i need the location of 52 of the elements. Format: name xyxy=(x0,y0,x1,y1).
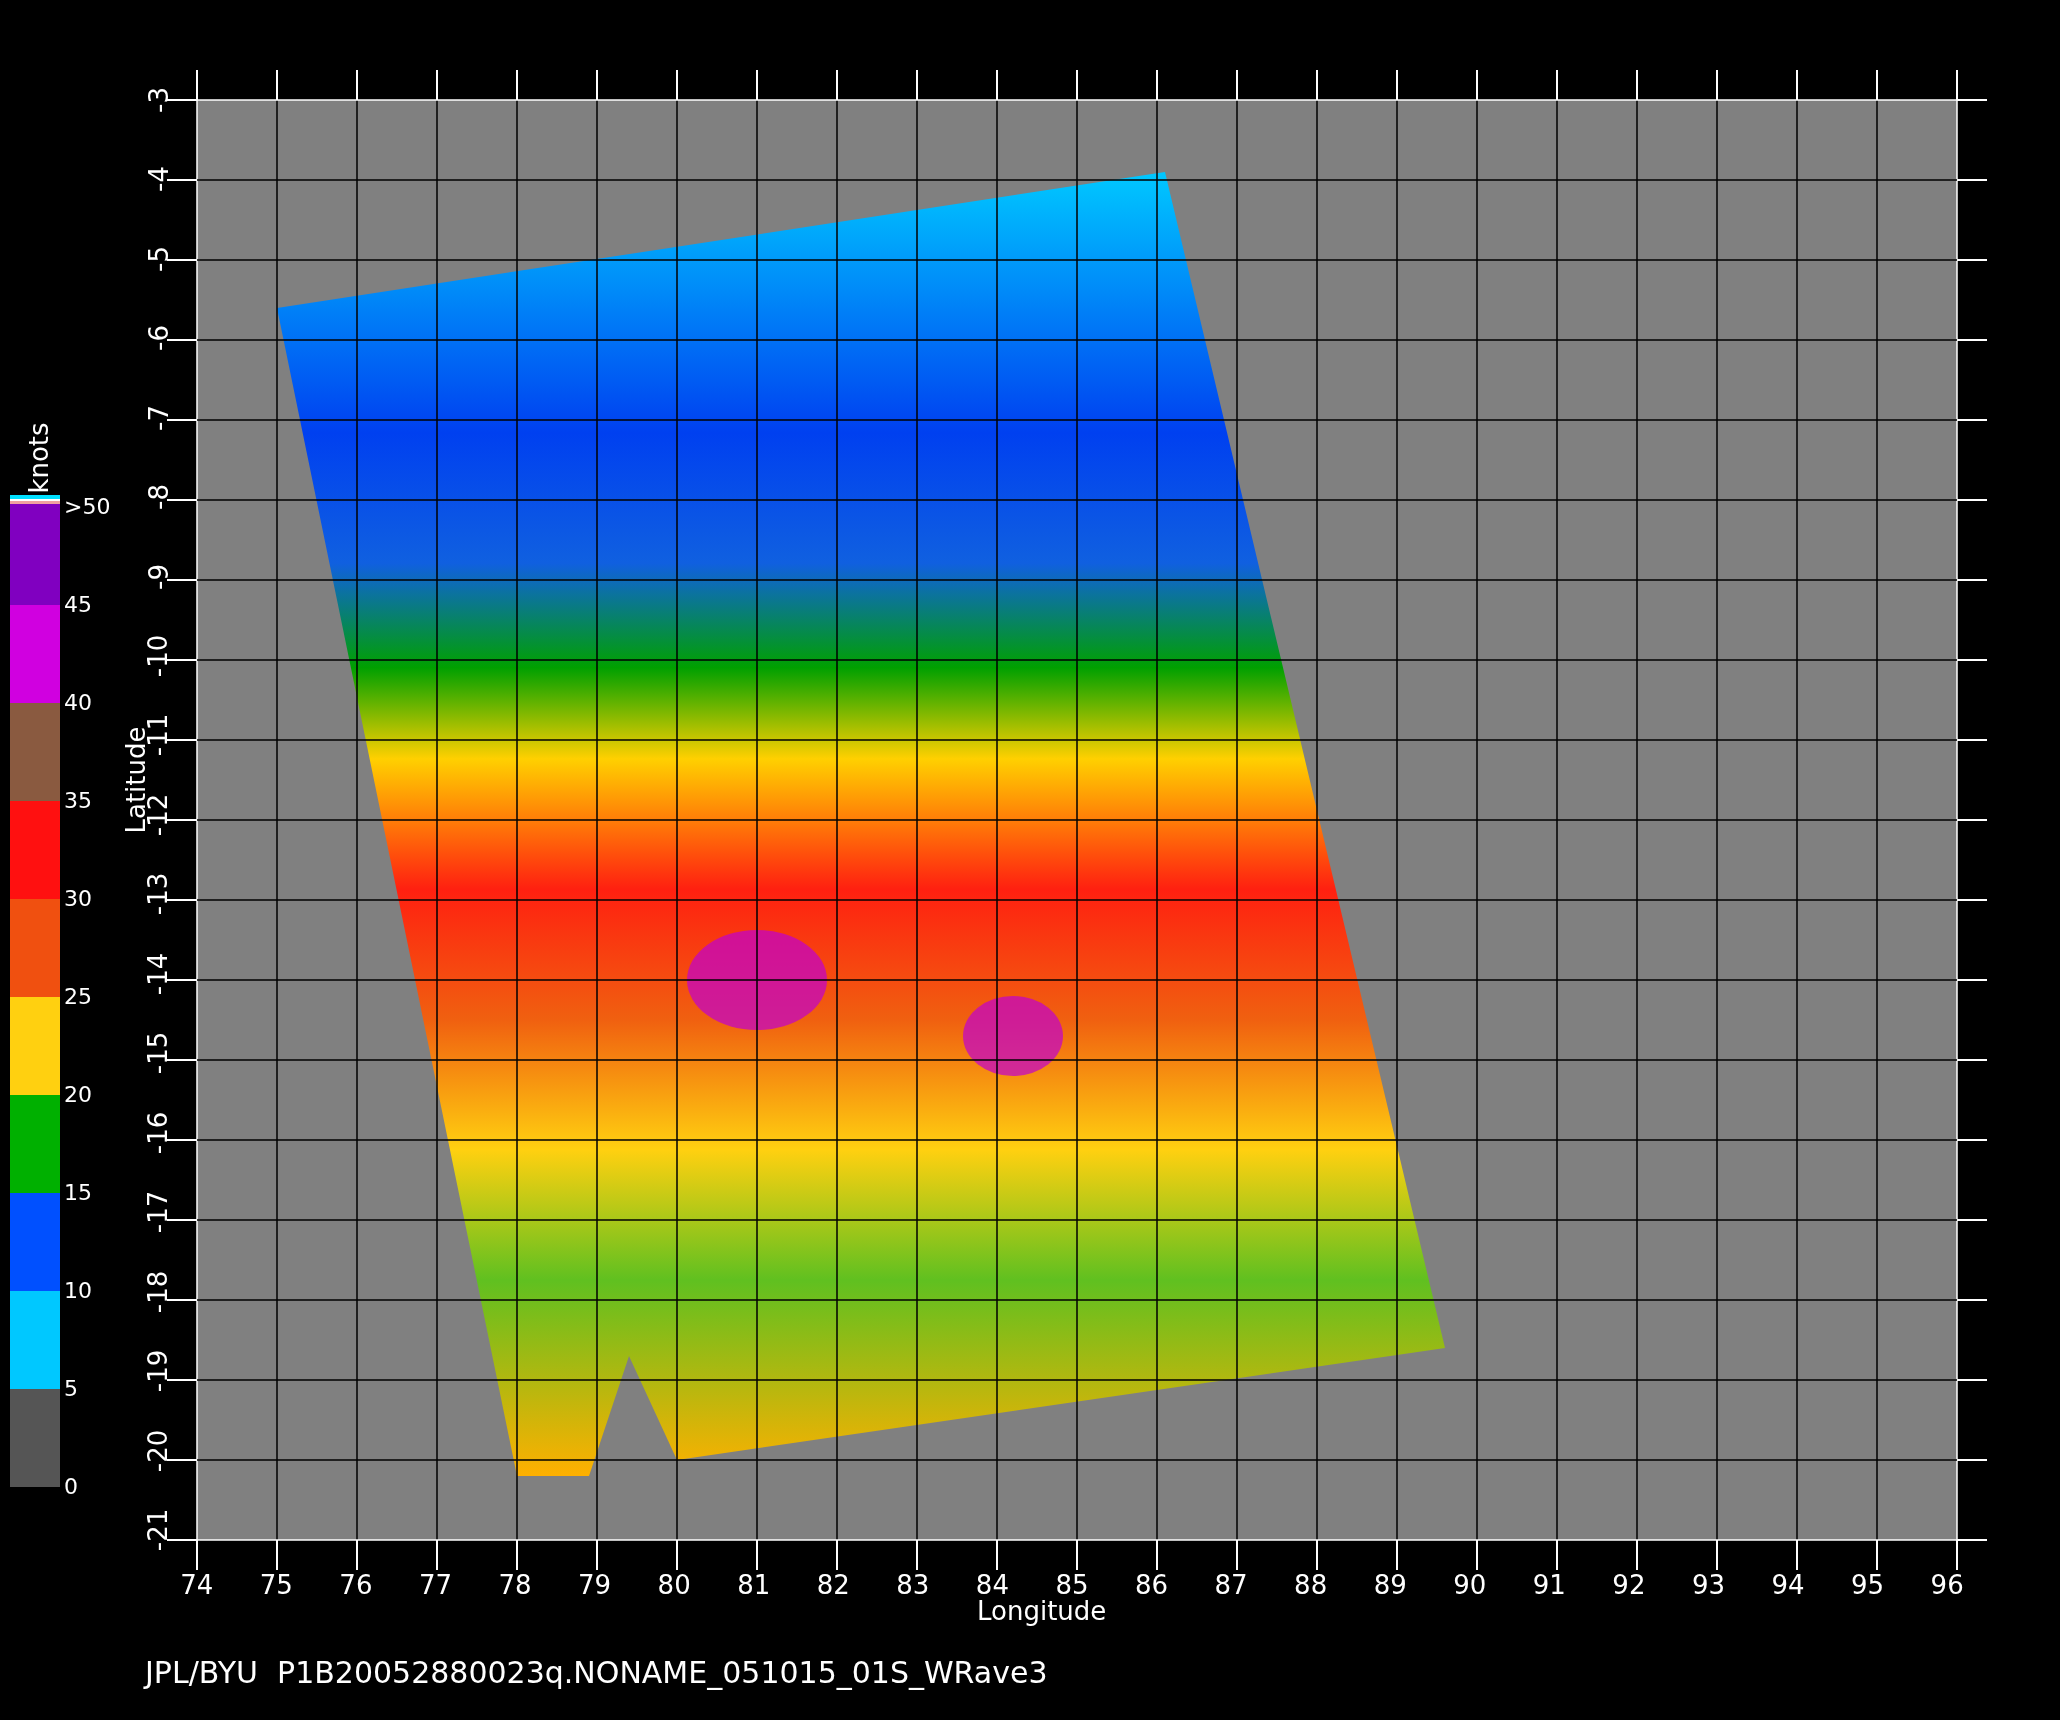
colorbar-label: 0 xyxy=(64,1473,79,1501)
colorbar-label: 25 xyxy=(64,983,93,1011)
caption: JPL/BYU P1B20052880023q.NONAME_051015_01S_WRave3 xyxy=(145,1655,1049,1690)
colorbar-label: 5 xyxy=(64,1375,79,1403)
colorbar-label: 10 xyxy=(64,1277,93,1305)
tick-label: 75 xyxy=(258,1570,294,1600)
tick-label: -8 xyxy=(143,484,174,511)
colorbar-label: 30 xyxy=(64,885,93,913)
tick-label: 93 xyxy=(1690,1570,1726,1600)
tick-label: 86 xyxy=(1134,1570,1170,1600)
tick-label: -20 xyxy=(143,1429,174,1472)
colorbar-label: 45 xyxy=(64,591,93,619)
tick-label: -5 xyxy=(143,245,174,272)
tick-label: -9 xyxy=(143,563,174,590)
tick-label: 79 xyxy=(577,1570,613,1600)
tick-label: -17 xyxy=(143,1191,174,1234)
tick-label: -4 xyxy=(143,166,174,193)
colorbar-label: 20 xyxy=(64,1081,93,1109)
tick-label: -18 xyxy=(143,1270,174,1313)
tick-label: 89 xyxy=(1372,1570,1408,1600)
tick-label: -14 xyxy=(143,952,174,996)
tick-label: -3 xyxy=(143,86,174,113)
tick-label: -21 xyxy=(143,1508,174,1552)
tick-label: 81 xyxy=(736,1570,772,1600)
tick-label: 90 xyxy=(1452,1570,1488,1600)
tick-label: 95 xyxy=(1850,1570,1886,1600)
tick-label: 78 xyxy=(497,1570,533,1600)
colorbar-top-stripes xyxy=(10,495,60,507)
tick-label: 76 xyxy=(338,1570,374,1600)
tick-label: 91 xyxy=(1531,1570,1567,1600)
tick-label: -19 xyxy=(143,1350,174,1393)
tick-label: 74 xyxy=(179,1570,215,1600)
tick-label: -16 xyxy=(143,1111,174,1155)
tick-label: -10 xyxy=(143,634,174,678)
tick-label: 83 xyxy=(895,1570,931,1600)
colorbar-label: 15 xyxy=(64,1179,93,1207)
colorbar-label: 40 xyxy=(64,689,93,717)
tick-label: 88 xyxy=(1293,1570,1329,1600)
tick-label: -7 xyxy=(143,404,174,431)
tick-label: 77 xyxy=(417,1570,453,1600)
colorbar-label: 35 xyxy=(64,787,93,815)
tick-label: 87 xyxy=(1213,1570,1249,1600)
tick-label: -13 xyxy=(143,873,174,916)
tick-label: 96 xyxy=(1929,1570,1965,1600)
tick-label: 92 xyxy=(1611,1570,1647,1600)
unit-label: knots xyxy=(24,422,54,494)
tick-label: -6 xyxy=(143,325,174,352)
colorbar-label: >50 xyxy=(64,493,111,521)
tick-label: 82 xyxy=(815,1570,851,1600)
tick-label: 94 xyxy=(1770,1570,1806,1600)
tick-label: -15 xyxy=(143,1032,174,1075)
tick-label: 80 xyxy=(656,1570,692,1600)
